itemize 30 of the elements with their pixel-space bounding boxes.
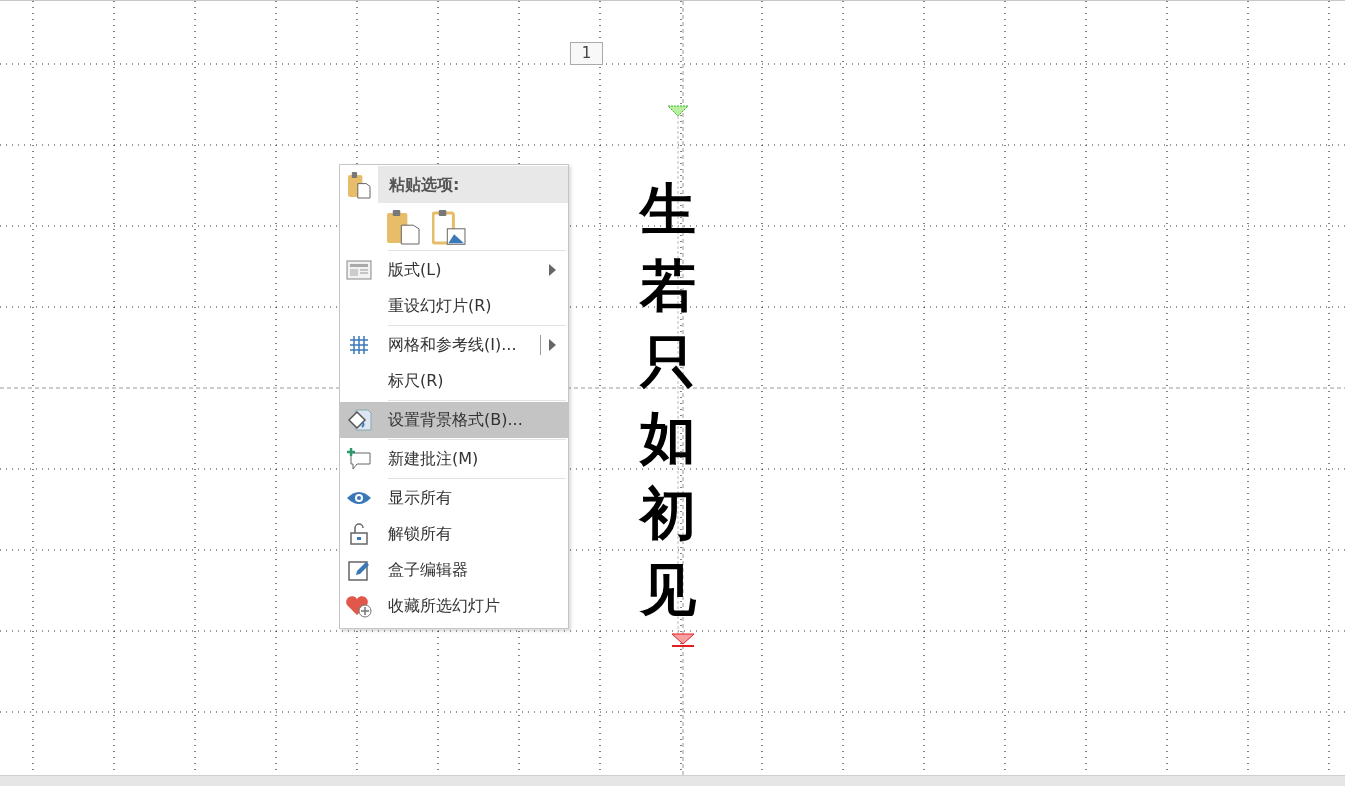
layout-icon — [346, 260, 372, 280]
menu-item[interactable]: 设置背景格式(B)... — [340, 402, 568, 438]
heart-add-icon — [345, 594, 373, 618]
comment-icon — [346, 447, 372, 471]
paste-keep-formatting-icon — [386, 209, 420, 245]
submenu-arrow-icon — [549, 264, 556, 276]
menu-item[interactable]: 盒子编辑器 — [340, 552, 568, 588]
paste-keep-formatting-icon — [347, 170, 371, 199]
menu-item[interactable]: 版式(L) — [340, 252, 568, 288]
edit-icon — [348, 559, 370, 581]
vertical-text: 生若只如初见 — [640, 175, 696, 624]
paste-as-picture-icon — [432, 209, 466, 245]
paste-options-header: 粘贴选项: — [378, 166, 568, 203]
grid-icon — [349, 335, 369, 355]
paste-option-button[interactable] — [386, 209, 420, 245]
text-end-marker[interactable] — [671, 633, 695, 647]
unlocked-padlock-icon — [349, 523, 369, 545]
paint-bucket-icon — [346, 408, 372, 432]
submenu-arrow-icon — [549, 339, 556, 351]
slide-number: 1 — [570, 42, 603, 65]
menu-item[interactable]: 收藏所选幻灯片 — [340, 588, 568, 624]
menu-item[interactable]: 解锁所有 — [340, 516, 568, 552]
eye-icon — [346, 490, 372, 506]
menu-item[interactable]: 重设幻灯片(R) — [340, 288, 568, 324]
paste-option-button[interactable] — [432, 209, 466, 245]
menu-item[interactable]: 新建批注(M) — [340, 441, 568, 477]
menu-item[interactable]: 标尺(R) — [340, 363, 568, 399]
menu-item[interactable]: 显示所有 — [340, 480, 568, 516]
text-start-marker[interactable] — [667, 105, 689, 117]
menu-item[interactable]: 网格和参考线(I)... — [340, 327, 568, 363]
